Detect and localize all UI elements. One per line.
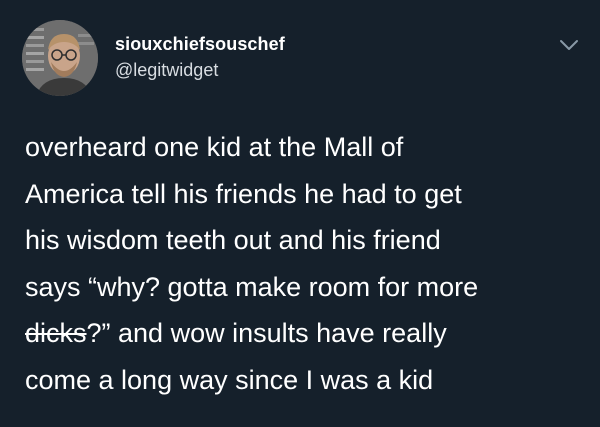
author-display-name[interactable]: siouxchiefsouschef <box>115 34 285 55</box>
chevron-down-icon[interactable] <box>559 38 579 52</box>
avatar-photo <box>22 20 98 96</box>
tweet-text: overheard one kid at the Mall of America… <box>25 124 590 403</box>
tweet-line: dicks?” and wow insults have really <box>25 310 590 357</box>
tweet-line: come a long way since I was a kid <box>25 364 434 395</box>
tweet-line: overheard one kid at the Mall of <box>25 132 404 162</box>
tweet-line: says “why? gotta make room for more <box>25 271 479 302</box>
tweet-line-rest: ?” and wow insults have really <box>86 318 447 348</box>
avatar[interactable] <box>22 20 98 96</box>
author-handle[interactable]: @legitwidget <box>115 60 218 81</box>
tweet-card: siouxchiefsouschef @legitwidget overhear… <box>0 0 600 427</box>
tweet-line: America tell his friends he had to get <box>25 178 462 209</box>
tweet-line: his wisdom teeth out and his friend <box>25 225 441 255</box>
struck-word: dicks <box>25 318 87 348</box>
